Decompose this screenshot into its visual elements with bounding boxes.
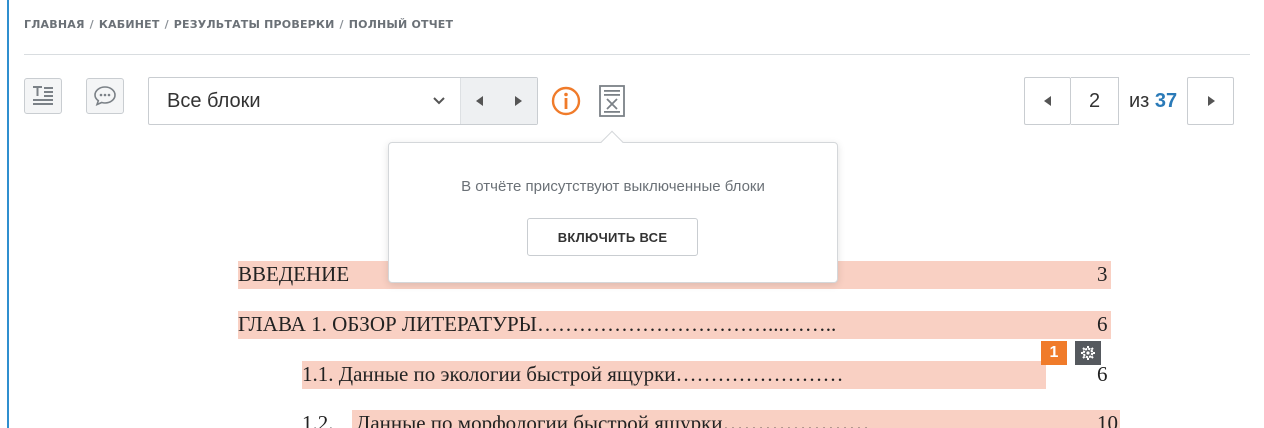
toc-line: ГЛАВА 1. ОБЗОР ЛИТЕРАТУРЫ……………………………...…… xyxy=(238,312,837,336)
next-page-button[interactable] xyxy=(1187,77,1235,125)
triangle-right-icon xyxy=(515,96,522,106)
gear-icon xyxy=(1081,346,1095,360)
block-select-field[interactable]: Все блоки xyxy=(149,78,460,124)
pager: 2 из 37 xyxy=(1024,77,1235,125)
triangle-left-icon xyxy=(1043,96,1051,106)
toc-line: Данные по морфологии быстрой ящурки……………… xyxy=(356,411,870,428)
document-disabled-icon[interactable] xyxy=(597,84,627,118)
popover-caret xyxy=(600,130,624,154)
block-settings-button[interactable] xyxy=(1075,341,1101,365)
block-select-value: Все блоки xyxy=(167,89,261,112)
prev-block-button[interactable] xyxy=(461,78,499,124)
source-number-badge[interactable]: 1 xyxy=(1041,341,1067,365)
breadcrumb-results[interactable]: РЕЗУЛЬТАТЫ ПРОВЕРКИ xyxy=(174,18,335,31)
text-view-button[interactable] xyxy=(24,78,62,114)
toc-line: 1.1. Данные по экологии быстрой ящурки……… xyxy=(302,362,844,386)
block-nav xyxy=(460,78,537,124)
prev-page-button[interactable] xyxy=(1024,77,1071,125)
text-format-icon xyxy=(33,86,53,105)
triangle-right-icon xyxy=(1207,96,1215,106)
disabled-blocks-popover: В отчёте присутствуют выключенные блоки … xyxy=(388,130,838,283)
triangle-left-icon xyxy=(476,96,483,106)
toc-page-number: 6 xyxy=(1097,312,1108,336)
breadcrumb-home[interactable]: ГЛАВНАЯ xyxy=(24,18,85,31)
block-select[interactable]: Все блоки xyxy=(148,77,538,125)
breadcrumb-cabinet[interactable]: КАБИНЕТ xyxy=(99,18,160,31)
page-total: из 37 xyxy=(1129,89,1178,112)
chevron-down-icon xyxy=(433,97,445,105)
header-divider xyxy=(24,54,1250,55)
info-circle-icon[interactable] xyxy=(551,86,581,116)
breadcrumb: ГЛАВНАЯ / КАБИНЕТ / РЕЗУЛЬТАТЫ ПРОВЕРКИ / ПОЛН… xyxy=(24,18,454,31)
page-number-input[interactable]: 2 xyxy=(1071,77,1119,125)
left-accent-rule xyxy=(7,0,9,428)
popover-message: В отчёте присутствуют выключенные блоки xyxy=(461,178,765,195)
toc-page-number: 10 xyxy=(1097,411,1118,428)
speech-bubble-icon xyxy=(94,86,116,106)
enable-all-button[interactable]: ВКЛЮЧИТЬ ВСЕ xyxy=(527,218,698,256)
breadcrumb-current: ПОЛНЫЙ ОТЧЕТ xyxy=(348,18,454,31)
next-block-button[interactable] xyxy=(499,78,537,124)
comments-button[interactable] xyxy=(86,78,124,114)
toc-line: ВВЕДЕНИЕ xyxy=(238,262,350,286)
toc-page-number: 3 xyxy=(1097,262,1108,286)
toc-line-prefix: 1.2. xyxy=(302,411,334,428)
toc-page-number: 6 xyxy=(1097,362,1108,386)
